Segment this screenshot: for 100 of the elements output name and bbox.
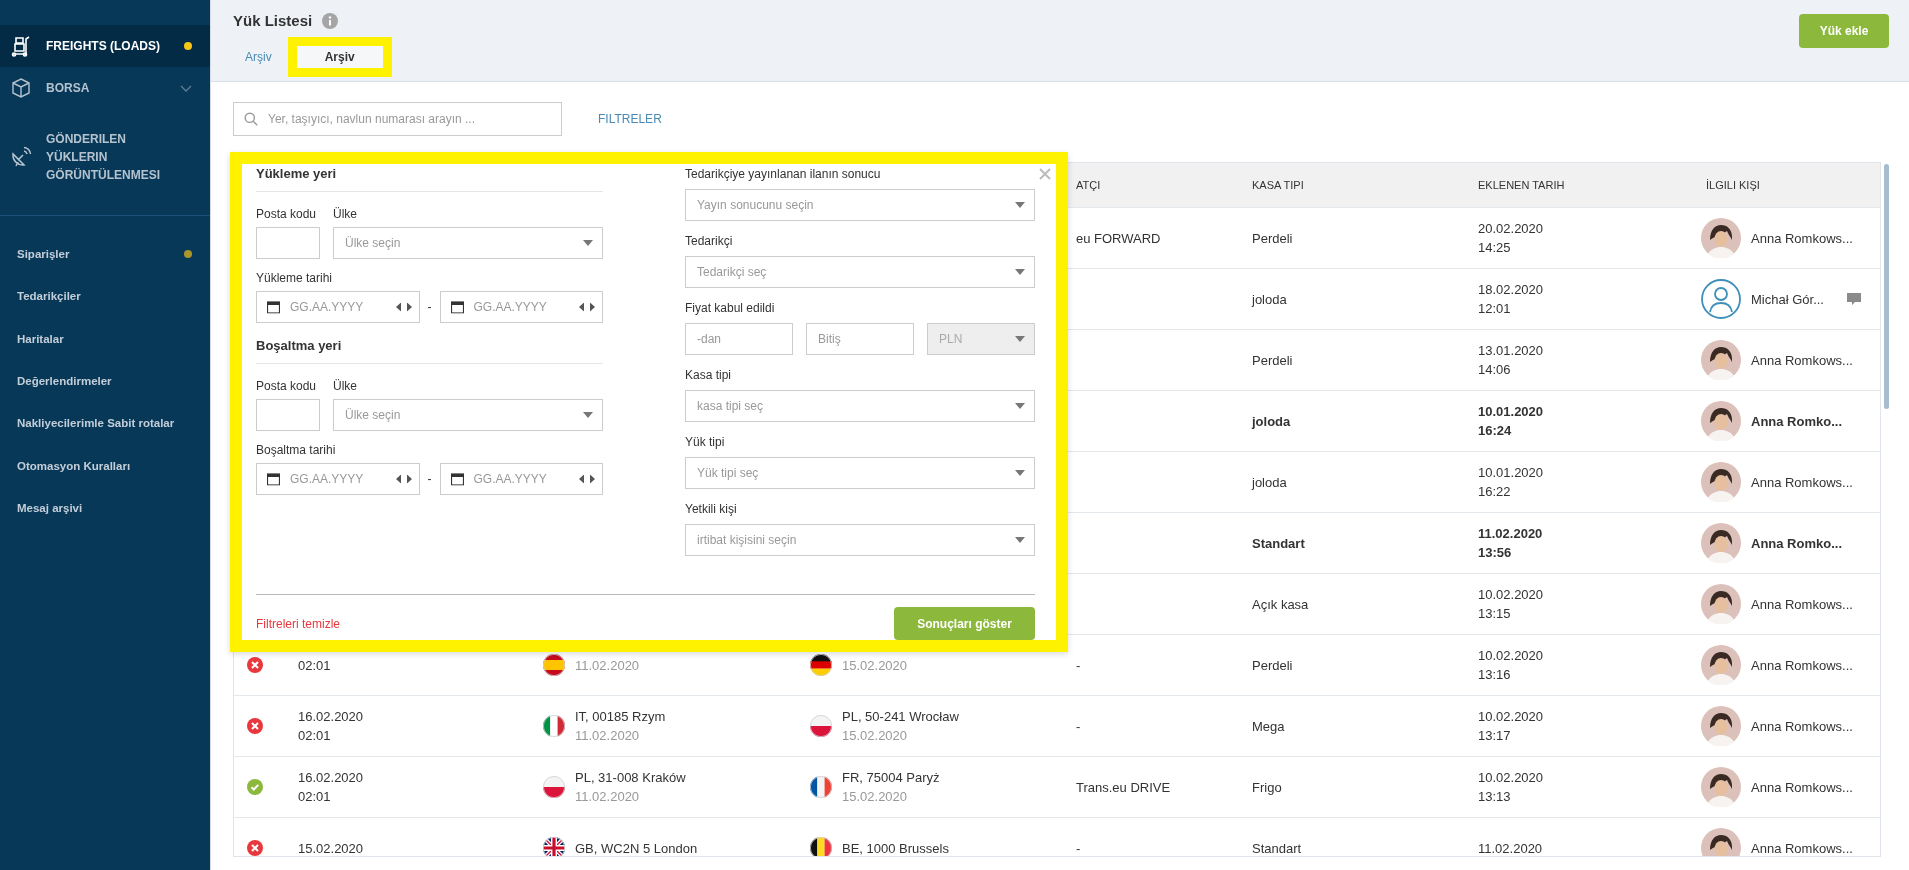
select-field[interactable]: Tedarikçi seç <box>685 256 1035 288</box>
caret-icon <box>583 240 593 246</box>
carrier-text: eu FORWARD <box>1076 230 1161 246</box>
caret-icon <box>1015 269 1025 275</box>
date-text: 15.02.2020 <box>298 839 364 856</box>
date-text: 11.02.2020 <box>1478 839 1543 856</box>
time-text: 16:22 <box>1478 483 1512 501</box>
column-header: İLGILI KIŞI <box>1706 179 1760 191</box>
range-separator: - <box>427 472 432 486</box>
body-type-text: Perdeli <box>1252 657 1293 673</box>
time-text: 12:01 <box>1478 300 1512 318</box>
time-text: 14:06 <box>1478 361 1512 379</box>
tab[interactable]: Arşiv <box>287 37 392 77</box>
contact-name: Anna Romkows... <box>1751 657 1853 673</box>
field-label: Yükleme tarihi <box>256 270 333 286</box>
search-icon <box>244 112 258 126</box>
sidebar-item[interactable]: Haritalar <box>0 317 210 360</box>
date-text: 18.02.2020 <box>1478 281 1544 299</box>
date-field[interactable]: GG.AA.YYYY <box>256 291 420 323</box>
date-text: 16.02.2020 <box>298 708 364 726</box>
date-text: 10.02.2020 <box>1478 586 1544 604</box>
sidebar-item[interactable]: Değerlendirmeler <box>0 359 210 403</box>
field-label: Boşaltma tarihi <box>256 442 336 458</box>
date-field[interactable]: GG.AA.YYYY <box>256 463 420 495</box>
date-text: 10.02.2020 <box>1478 647 1544 665</box>
body-type-text: joloda <box>1252 474 1287 490</box>
spinner-icon <box>579 474 595 484</box>
table-row[interactable]: 16.02.2020 02:01 PL, 31-008 Kraków 11.02.2020 FR, 75004 Paryż 15.02.2020 Trans.eu DRIVE Frigo 10.02.2020 13:13 Anna Romkows... <box>234 757 1880 818</box>
date-text: 15.02.2020 <box>842 727 909 745</box>
contact-name: Anna Romkows... <box>1751 474 1853 490</box>
tab[interactable]: Arşiv <box>233 44 284 70</box>
sidebar-item[interactable]: Otomasyon Kuralları <box>0 444 210 487</box>
postcode-field[interactable] <box>256 227 320 259</box>
contact-name: Anna Romkows... <box>1751 840 1853 856</box>
select-field[interactable]: irtibat kişisini seçin <box>685 524 1035 556</box>
sidebar-item[interactable]: Tedarikçiler <box>0 275 210 318</box>
place-text: PL, 31-008 Kraków <box>575 769 686 787</box>
table-row[interactable]: 16.02.2020 02:01 IT, 00185 Rzym 11.02.2020 PL, 50-241 Wrocław 15.02.2020 - Mega 10.02.2020 13:17 Anna Romkows... <box>234 696 1880 757</box>
calendar-icon <box>450 472 464 486</box>
postcode-field[interactable] <box>256 399 320 431</box>
contact-name: Michał Gór... <box>1751 291 1824 307</box>
select-field[interactable]: kasa tipi seç <box>685 390 1035 422</box>
time-text: 02:01 <box>298 727 332 745</box>
select-field[interactable]: Yük tipi seç <box>685 457 1035 489</box>
clear-filters-link[interactable]: Filtreleri temizle <box>256 616 340 631</box>
body-type-text: joloda <box>1252 413 1291 429</box>
caret-icon <box>583 412 593 418</box>
time-text: 13:13 <box>1478 788 1512 806</box>
contact-name: Anna Romko... <box>1751 413 1842 429</box>
search-field[interactable]: Yer, taşıyıcı, navlun numarası arayın ... <box>233 102 562 136</box>
carrier-text: Trans.eu DRIVE <box>1076 779 1171 795</box>
sidebar-item[interactable]: FREIGHTS (LOADS) <box>0 25 210 67</box>
contact-name: Anna Romkows... <box>1751 718 1853 734</box>
select-field[interactable]: Yayın sonucunu seçin <box>685 189 1035 221</box>
sidebar-item[interactable]: Siparişler <box>0 233 210 276</box>
field-label: Tedarikçiye yayınlanan ilanın sonucu <box>685 166 881 182</box>
filters-link[interactable]: FILTRELER <box>598 112 662 126</box>
date-text: 11.02.2020 <box>575 656 640 675</box>
date-field[interactable]: GG.AA.YYYY <box>439 463 603 495</box>
place-text: PL, 50-241 Wrocław <box>842 708 959 726</box>
time-text: 14:25 <box>1478 239 1512 257</box>
info-icon <box>322 12 339 29</box>
body-type-text: Açık kasa <box>1252 596 1309 612</box>
caret-icon <box>1015 403 1025 409</box>
sidebar-item[interactable]: GÖNDERILEN YÜKLERIN GÖRÜNTÜLENMESI <box>0 109 210 205</box>
body-type-text: Standart <box>1252 535 1305 551</box>
sidebar-item[interactable]: Mesaj arşivi <box>0 486 210 530</box>
close-icon[interactable] <box>1039 168 1051 180</box>
time-text: 16:24 <box>1478 422 1513 440</box>
cart-icon <box>10 35 32 57</box>
body-type-text: Perdeli <box>1252 352 1293 368</box>
contact-name: Anna Romkows... <box>1751 596 1853 612</box>
price-from-field[interactable]: -dan <box>685 323 793 355</box>
comment-icon[interactable] <box>1845 292 1862 306</box>
scrollbar[interactable] <box>1884 164 1889 409</box>
sidebar-item[interactable]: Nakliyecilerimle Sabit rotalar <box>0 402 210 445</box>
calendar-icon <box>267 472 280 486</box>
date-text: 02:01 <box>298 656 331 675</box>
column-header: EKLENEN TARIH <box>1478 179 1565 191</box>
place-text: IT, 00185 Rzym <box>575 708 666 726</box>
field-label: Yük tipi <box>685 434 725 450</box>
place-text: GB, WC2N 5 London <box>575 839 698 856</box>
time-text: 13:17 <box>1478 727 1512 745</box>
date-text: 11.02.2020 <box>575 788 641 806</box>
place-text: BE, 1000 Brussels <box>842 839 949 856</box>
time-text: 13:15 <box>1478 605 1512 623</box>
select-field[interactable]: Ülke seçin <box>333 227 603 259</box>
select-field[interactable]: Ülke seçin <box>333 399 603 431</box>
date-field[interactable]: GG.AA.YYYY <box>439 291 603 323</box>
contact-name: Anna Romkows... <box>1751 779 1853 795</box>
contact-name: Anna Romkows... <box>1751 230 1853 246</box>
contact-name: Anna Romko... <box>1751 535 1842 551</box>
date-text: 10.02.2020 <box>1478 708 1544 726</box>
table-row[interactable]: 15.02.2020 GB, WC2N 5 London BE, 1000 Brussels - Standart 11.02.2020 Anna Romkows... <box>234 818 1880 856</box>
column-header: ATÇI <box>1076 179 1101 191</box>
place-text: FR, 75004 Paryż <box>842 769 940 787</box>
sidebar-item[interactable]: BORSA <box>0 67 210 109</box>
field-label: Posta kodu <box>256 378 318 394</box>
price-to-field[interactable]: Bitiş <box>806 323 914 355</box>
field-label: Fiyat kabul edildi <box>685 300 775 316</box>
